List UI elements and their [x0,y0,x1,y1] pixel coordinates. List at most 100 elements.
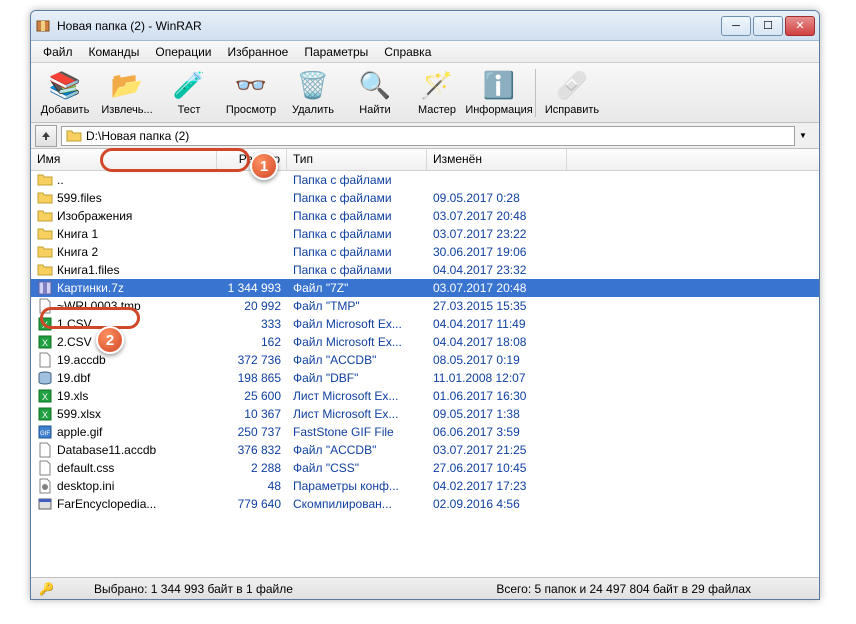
file-icon [37,190,53,206]
file-name: 599.files [57,191,102,205]
repair-icon: 🩹 [556,70,588,102]
file-row[interactable]: 19.accdb372 736Файл "ACCDB"08.05.2017 0:… [31,351,819,369]
delete-icon: 🗑️ [297,70,329,102]
toolbar-separator [535,69,536,117]
titlebar: Новая папка (2) - WinRAR ─ ☐ ✕ [31,11,819,41]
find-button[interactable]: 🔍Найти [345,65,405,121]
file-row[interactable]: Книга 2Папка с файлами30.06.2017 19:06 [31,243,819,261]
file-date: 03.07.2017 21:25 [427,443,567,457]
file-row[interactable]: X599.xlsx10 367Лист Microsoft Ex...09.05… [31,405,819,423]
file-type: Файл "DBF" [287,371,427,385]
svg-text:GIF: GIF [40,431,50,437]
file-name: Книга 2 [57,245,98,259]
file-row[interactable]: GIFapple.gif250 737FastStone GIF File06.… [31,423,819,441]
file-name: 2.CSV [57,335,92,349]
close-button[interactable]: ✕ [785,16,815,36]
file-size: 372 736 [217,353,287,367]
up-button[interactable] [35,125,57,147]
file-name: Изображения [57,209,132,223]
file-row[interactable]: Книга1.filesПапка с файлами04.04.2017 23… [31,261,819,279]
file-name: Книга1.files [57,263,119,277]
folder-icon [66,128,82,144]
file-row[interactable]: ИзображенияПапка с файлами03.07.2017 20:… [31,207,819,225]
menu-help[interactable]: Справка [376,43,439,61]
file-row[interactable]: Database11.accdb 376 832Файл "ACCDB"03.07… [31,441,819,459]
maximize-button[interactable]: ☐ [753,16,783,36]
winrar-window: Новая папка (2) - WinRAR ─ ☐ ✕ Файл Кома… [30,10,820,600]
file-type: Лист Microsoft Ex... [287,389,427,403]
file-date: 09.05.2017 0:28 [427,191,567,205]
column-headers: Имя Размер Тип Изменён [31,149,819,171]
find-icon: 🔍 [359,70,391,102]
svg-text:X: X [42,338,48,348]
file-icon: X [37,388,53,404]
file-row[interactable]: 19.dbf198 865Файл "DBF"11.01.2008 12:07 [31,369,819,387]
file-row[interactable]: default.css2 288Файл "CSS"27.06.2017 10:… [31,459,819,477]
file-type: Файл "ACCDB" [287,443,427,457]
file-name: desktop.ini [57,479,114,493]
menu-operations[interactable]: Операции [147,43,219,61]
file-date: 30.06.2017 19:06 [427,245,567,259]
file-size: 376 832 [217,443,287,457]
file-date: 04.02.2017 17:23 [427,479,567,493]
file-size: 198 865 [217,371,287,385]
col-name[interactable]: Имя [31,149,217,170]
file-type: Файл "7Z" [287,281,427,295]
file-type: Папка с файлами [287,173,427,187]
col-type[interactable]: Тип [287,149,427,170]
file-type: Файл Microsoft Ex... [287,335,427,349]
file-date: 27.03.2015 15:35 [427,299,567,313]
app-icon [35,18,51,34]
minimize-button[interactable]: ─ [721,16,751,36]
delete-button[interactable]: 🗑️Удалить [283,65,343,121]
file-icon [37,298,53,314]
col-size[interactable]: Размер [217,149,287,170]
file-row[interactable]: .. Папка с файлами [31,171,819,189]
info-button[interactable]: ℹ️Информация [469,65,529,121]
file-icon [37,496,53,512]
file-icon [37,478,53,494]
file-date: 06.06.2017 3:59 [427,425,567,439]
file-date: 04.04.2017 23:32 [427,263,567,277]
svg-text:X: X [42,320,48,330]
file-row[interactable]: FarEncyclopedia...779 640Скомпилирован..… [31,495,819,513]
file-name: Database11.accdb [57,443,156,457]
view-button[interactable]: 👓Просмотр [221,65,281,121]
file-row[interactable]: X1.CSV333Файл Microsoft Ex...04.04.2017 … [31,315,819,333]
menu-file[interactable]: Файл [35,43,81,61]
up-icon [39,129,53,143]
file-row[interactable]: ~WRL0003.tmp20 992Файл "TMP"27.03.2015 1… [31,297,819,315]
file-row[interactable]: 599.filesПапка с файлами09.05.2017 0:28 [31,189,819,207]
file-date: 03.07.2017 20:48 [427,209,567,223]
file-row[interactable]: X19.xls25 600Лист Microsoft Ex...01.06.2… [31,387,819,405]
file-name: apple.gif [57,425,102,439]
menu-commands[interactable]: Команды [81,43,148,61]
file-row[interactable]: Картинки.7z1 344 993Файл "7Z"03.07.2017 … [31,279,819,297]
file-row[interactable]: Книга 1Папка с файлами03.07.2017 23:22 [31,225,819,243]
wizard-button[interactable]: 🪄Мастер [407,65,467,121]
addressbar: D:\Новая папка (2) ▼ [31,123,819,149]
address-dropdown[interactable]: ▼ [799,131,815,140]
file-row[interactable]: X2.CSV162Файл Microsoft Ex...04.04.2017 … [31,333,819,351]
file-name: 1.CSV [57,317,92,331]
file-name: Картинки.7z [57,281,124,295]
repair-button[interactable]: 🩹Исправить [542,65,602,121]
col-modified[interactable]: Изменён [427,149,567,170]
file-icon [37,244,53,260]
add-button[interactable]: 📚Добавить [35,65,95,121]
svg-text:X: X [42,392,48,402]
status-selected: Выбрано: 1 344 993 байт в 1 файле [54,582,496,596]
svg-text:X: X [42,410,48,420]
address-field[interactable]: D:\Новая папка (2) [61,126,795,146]
menu-options[interactable]: Параметры [296,43,376,61]
test-button[interactable]: 🧪Тест [159,65,219,121]
file-size: 48 [217,479,287,493]
file-row[interactable]: desktop.ini48Параметры конф...04.02.2017… [31,477,819,495]
extract-button[interactable]: 📂Извлечь... [97,65,157,121]
file-size: 20 992 [217,299,287,313]
menu-favorites[interactable]: Избранное [220,43,297,61]
file-name: 19.accdb [57,353,106,367]
file-name: default.css [57,461,114,475]
file-name: .. [57,173,64,187]
file-list[interactable]: .. Папка с файлами 599.filesПапка с файлам… [31,171,819,559]
